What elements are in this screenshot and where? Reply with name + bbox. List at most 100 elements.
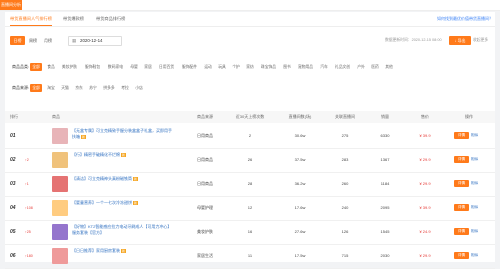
col-goods: 商品	[52, 114, 60, 119]
sales-cell: 2030	[380, 253, 390, 258]
category-chip[interactable]: 家纺	[245, 63, 255, 71]
rank-number: 05	[10, 229, 16, 235]
product-title[interactable]: 【清洁】可立克精神头真粉磁铁筒新	[72, 176, 172, 182]
category-chip[interactable]: 玩具	[217, 63, 227, 71]
period-toolbar: 日榜 周榜 月榜 ▦ 2020-12-14 数据更新时间：2020-12-15 …	[5, 34, 495, 46]
sessions-cell: 17.6w	[294, 205, 306, 210]
category-chip[interactable]: 个护	[231, 63, 241, 71]
similar-link[interactable]: 相似	[471, 156, 478, 163]
product-thumbnail[interactable]	[52, 200, 68, 216]
top-tab[interactable]: 直播间分析	[0, 0, 22, 10]
detail-button[interactable]: 详情	[454, 156, 469, 163]
source-chip[interactable]: 淘宝	[46, 84, 56, 92]
product-title[interactable]: 【无盒专属】可立克精致手握分装盒盒子礼盒，买即用手扶箱新	[72, 128, 172, 140]
category-chip[interactable]: 母婴	[129, 63, 139, 71]
price-cell: ¥ 29.9	[419, 253, 431, 258]
category-chip[interactable]: 数码家电	[106, 63, 125, 71]
table-row: 02 ↑2 【行】精密手破精化不烂棉新日用商品 26 37.5w 283 1367 ¥ 29.…	[5, 148, 495, 173]
tab-hot-goods[interactable]: 带货爆款榜	[63, 12, 84, 26]
category-chip[interactable]: 美妆护肤	[60, 63, 79, 71]
collapse-toggle[interactable]: 收起更多	[473, 36, 488, 45]
col-sales: 销量	[381, 114, 389, 119]
price-cell: ¥ 29.9	[419, 181, 431, 186]
date-picker[interactable]: ▦ 2020-12-14	[68, 36, 122, 46]
sales-cell: 1545	[380, 229, 390, 234]
product-title-text: 【好物】KT2智能感应拉力电动牙刷成人【可用力冲心】 服务套装【官方】	[72, 224, 172, 235]
count-cell: 12	[247, 205, 253, 210]
product-title-text: 【日日推荐】家用厨房套装	[72, 248, 120, 253]
tab-live-room-rank[interactable]: 带货直播间人气排行榜	[10, 12, 52, 26]
col-action: 操作	[465, 114, 473, 119]
source-chip[interactable]: 天猫	[60, 84, 70, 92]
source-chip[interactable]: 小店	[134, 84, 144, 92]
col-sessions: 直播间数(场)	[288, 114, 312, 119]
price-cell: ¥ 24.9	[419, 229, 431, 234]
category-chip[interactable]: 服饰配件	[180, 63, 199, 71]
sessions-cell: 17.5w	[294, 253, 306, 258]
category-chip[interactable]: 汽车	[319, 63, 329, 71]
product-title[interactable]: 【行】精密手破精化不烂棉新	[72, 152, 172, 158]
table-row: 05 ↑25 【好物】KT2智能感应拉力电动牙刷成人【可用力冲心】 服务套装【官方】…	[5, 220, 495, 245]
help-link[interactable]: 如何找到最优价值带货直播间？	[437, 12, 493, 26]
category-chip[interactable]: 食品	[46, 63, 56, 71]
new-badge: 新	[121, 249, 127, 253]
count-cell: 16	[247, 229, 253, 234]
export-button[interactable]: ↓ 导出	[449, 36, 471, 45]
count-cell: 11	[247, 253, 253, 258]
sales-cell: 2095	[380, 205, 390, 210]
detail-button[interactable]: 详情	[454, 180, 469, 187]
price-cell: ¥ 39.9	[419, 205, 431, 210]
product-thumbnail[interactable]	[52, 224, 68, 240]
product-thumbnail[interactable]	[52, 176, 68, 192]
category-chip[interactable]: 医药	[370, 63, 380, 71]
category-chip[interactable]: 其他	[384, 63, 394, 71]
detail-button[interactable]: 详情	[454, 252, 469, 259]
category-chip[interactable]: 宠物用品	[296, 63, 315, 71]
category-chip[interactable]: 全部	[30, 63, 42, 71]
source-chip[interactable]: 京东	[74, 84, 84, 92]
category-chip[interactable]: 日用百货	[157, 63, 176, 71]
rank-change: ↑108	[25, 206, 33, 210]
main-card: 带货直播间人气排行榜 带货爆款榜 带货商品排行榜 如何找到最优价值带货直播间？ …	[5, 12, 495, 269]
source-chip[interactable]: 考拉	[120, 84, 130, 92]
similar-link[interactable]: 相似	[471, 132, 478, 139]
daily-button[interactable]: 日榜	[10, 36, 25, 45]
product-title-text: 【无盒专属】可立克精致手握分装盒盒子礼盒，买即用手扶箱	[72, 128, 172, 139]
monthly-button[interactable]: 月榜	[42, 36, 54, 45]
count-cell: 28	[247, 181, 253, 186]
new-badge: 新	[133, 177, 139, 181]
sessions-cell: 30.6w	[294, 133, 306, 138]
category-chip[interactable]: 运动	[203, 63, 213, 71]
product-title[interactable]: 【日日推荐】家用厨房套装新	[72, 248, 172, 254]
similar-link[interactable]: 相似	[471, 252, 478, 259]
category-chip[interactable]: 户外	[356, 63, 366, 71]
product-thumbnail[interactable]	[52, 152, 68, 168]
price-cell: ¥ 39.9	[419, 133, 431, 138]
product-thumbnail[interactable]	[52, 128, 68, 144]
category-chip[interactable]: 礼品文创	[333, 63, 352, 71]
weekly-button[interactable]: 周榜	[27, 36, 39, 45]
ranking-tabs: 带货直播间人气排行榜 带货爆款榜 带货商品排行榜 如何找到最优价值带货直播间？	[5, 12, 495, 27]
similar-link[interactable]: 相似	[471, 180, 478, 187]
product-title-text: 【清洁】可立克精神头真粉磁铁筒	[72, 176, 132, 181]
category-chip[interactable]: 图书	[282, 63, 292, 71]
detail-button[interactable]: 详情	[454, 132, 469, 139]
category-chip[interactable]: 服饰鞋包	[83, 63, 102, 71]
category-chip[interactable]: 家居	[143, 63, 153, 71]
sessions-cell: 27.6w	[294, 229, 306, 234]
product-title[interactable]: 【婴童营养】一个一七次冷冻甜饼新	[72, 200, 172, 206]
similar-link[interactable]: 相似	[471, 228, 478, 235]
table-row: 01 【无盒专属】可立克精致手握分装盒盒子礼盒，买即用手扶箱新 日用商品 2 30.6w…	[5, 124, 495, 149]
rank-number: 03	[10, 181, 16, 187]
detail-button[interactable]: 详情	[454, 204, 469, 211]
rooms-cell: 715	[341, 253, 349, 258]
source-chip[interactable]: 全部	[30, 84, 42, 92]
detail-button[interactable]: 详情	[454, 228, 469, 235]
tab-goods-rank[interactable]: 带货商品排行榜	[96, 12, 125, 26]
source-chip[interactable]: 苏宁	[88, 84, 98, 92]
similar-link[interactable]: 相似	[471, 204, 478, 211]
source-chip[interactable]: 拼多多	[102, 84, 116, 92]
category-chip[interactable]: 珠宝饰品	[259, 63, 278, 71]
rank-number: 06	[10, 253, 16, 259]
product-title[interactable]: 【好物】KT2智能感应拉力电动牙刷成人【可用力冲心】 服务套装【官方】	[72, 224, 172, 236]
